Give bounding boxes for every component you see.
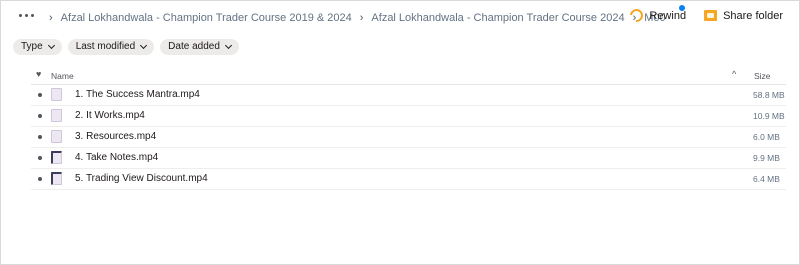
row-bullet (38, 135, 42, 139)
file-name[interactable]: 3. Resources.mp4 (75, 131, 156, 142)
row-bullet (38, 114, 42, 118)
filter-date-added-dropdown[interactable]: Date added (160, 39, 239, 55)
table-row[interactable]: 3. Resources.mp4 6.0 MB (31, 127, 786, 148)
video-file-icon (51, 88, 62, 101)
row-bullet (38, 93, 42, 97)
rewind-icon (627, 6, 647, 25)
rewind-label: Rewind (649, 9, 687, 22)
table-row[interactable]: 5. Trading View Discount.mp4 6.4 MB (31, 169, 786, 190)
share-folder-label: Share folder (723, 9, 783, 22)
file-size: 58.8 MB (753, 90, 785, 100)
file-size: 6.0 MB (753, 132, 780, 142)
header-actions: Rewind Share folder (627, 5, 783, 25)
file-browser-window: › Afzal Lokhandwala - Champion Trader Co… (0, 0, 800, 265)
top-bar: › Afzal Lokhandwala - Champion Trader Co… (1, 1, 797, 35)
table-row[interactable]: 2. It Works.mp4 10.9 MB (31, 106, 786, 127)
row-bullet (38, 156, 42, 160)
table-row[interactable]: 4. Take Notes.mp4 9.9 MB (31, 148, 786, 169)
row-bullet (38, 177, 42, 181)
sort-ascending-icon[interactable]: ^ (732, 69, 736, 79)
table-row[interactable]: 1. The Success Mantra.mp4 58.8 MB (31, 85, 786, 106)
file-name[interactable]: 2. It Works.mp4 (75, 110, 145, 121)
video-file-icon (51, 109, 62, 122)
rewind-button[interactable]: Rewind (627, 5, 687, 25)
chevron-right-icon: › (49, 12, 53, 24)
heart-icon[interactable]: ♥ (36, 70, 45, 79)
file-name[interactable]: 1. The Success Mantra.mp4 (75, 89, 200, 100)
file-name[interactable]: 4. Take Notes.mp4 (75, 152, 158, 163)
file-size: 6.4 MB (753, 174, 780, 184)
filter-type-dropdown[interactable]: Type (13, 39, 62, 55)
filter-last-modified-label: Last modified (75, 41, 136, 52)
file-name[interactable]: 5. Trading View Discount.mp4 (75, 173, 208, 184)
chevron-right-icon: › (359, 12, 364, 24)
share-folder-button[interactable]: Share folder (704, 10, 783, 22)
breadcrumb: › Afzal Lokhandwala - Champion Trader Co… (41, 12, 666, 24)
share-folder-icon (704, 10, 718, 21)
video-file-icon (51, 151, 62, 164)
column-header-name[interactable]: Name (51, 71, 74, 81)
filter-type-label: Type (21, 41, 43, 52)
chevron-down-icon (224, 41, 232, 50)
video-file-icon (51, 130, 62, 143)
filter-last-modified-dropdown[interactable]: Last modified (67, 39, 155, 55)
column-header-size[interactable]: Size (754, 71, 771, 81)
filter-date-added-label: Date added (168, 41, 220, 52)
file-size: 9.9 MB (753, 153, 780, 163)
breadcrumb-item-course-folder[interactable]: Afzal Lokhandwala - Champion Trader Cour… (371, 12, 624, 24)
table-header: ♥ Name ^ Size (31, 66, 786, 85)
chevron-down-icon (47, 41, 55, 50)
chevron-down-icon (140, 41, 148, 50)
filter-bar: Type Last modified Date added (13, 39, 239, 55)
more-options-icon[interactable] (19, 14, 34, 17)
video-file-icon (51, 172, 62, 185)
file-table: ♥ Name ^ Size 1. The Success Mantra.mp4 … (31, 66, 786, 190)
breadcrumb-item-root-folder[interactable]: Afzal Lokhandwala - Champion Trader Cour… (61, 12, 352, 24)
file-size: 10.9 MB (753, 111, 785, 121)
